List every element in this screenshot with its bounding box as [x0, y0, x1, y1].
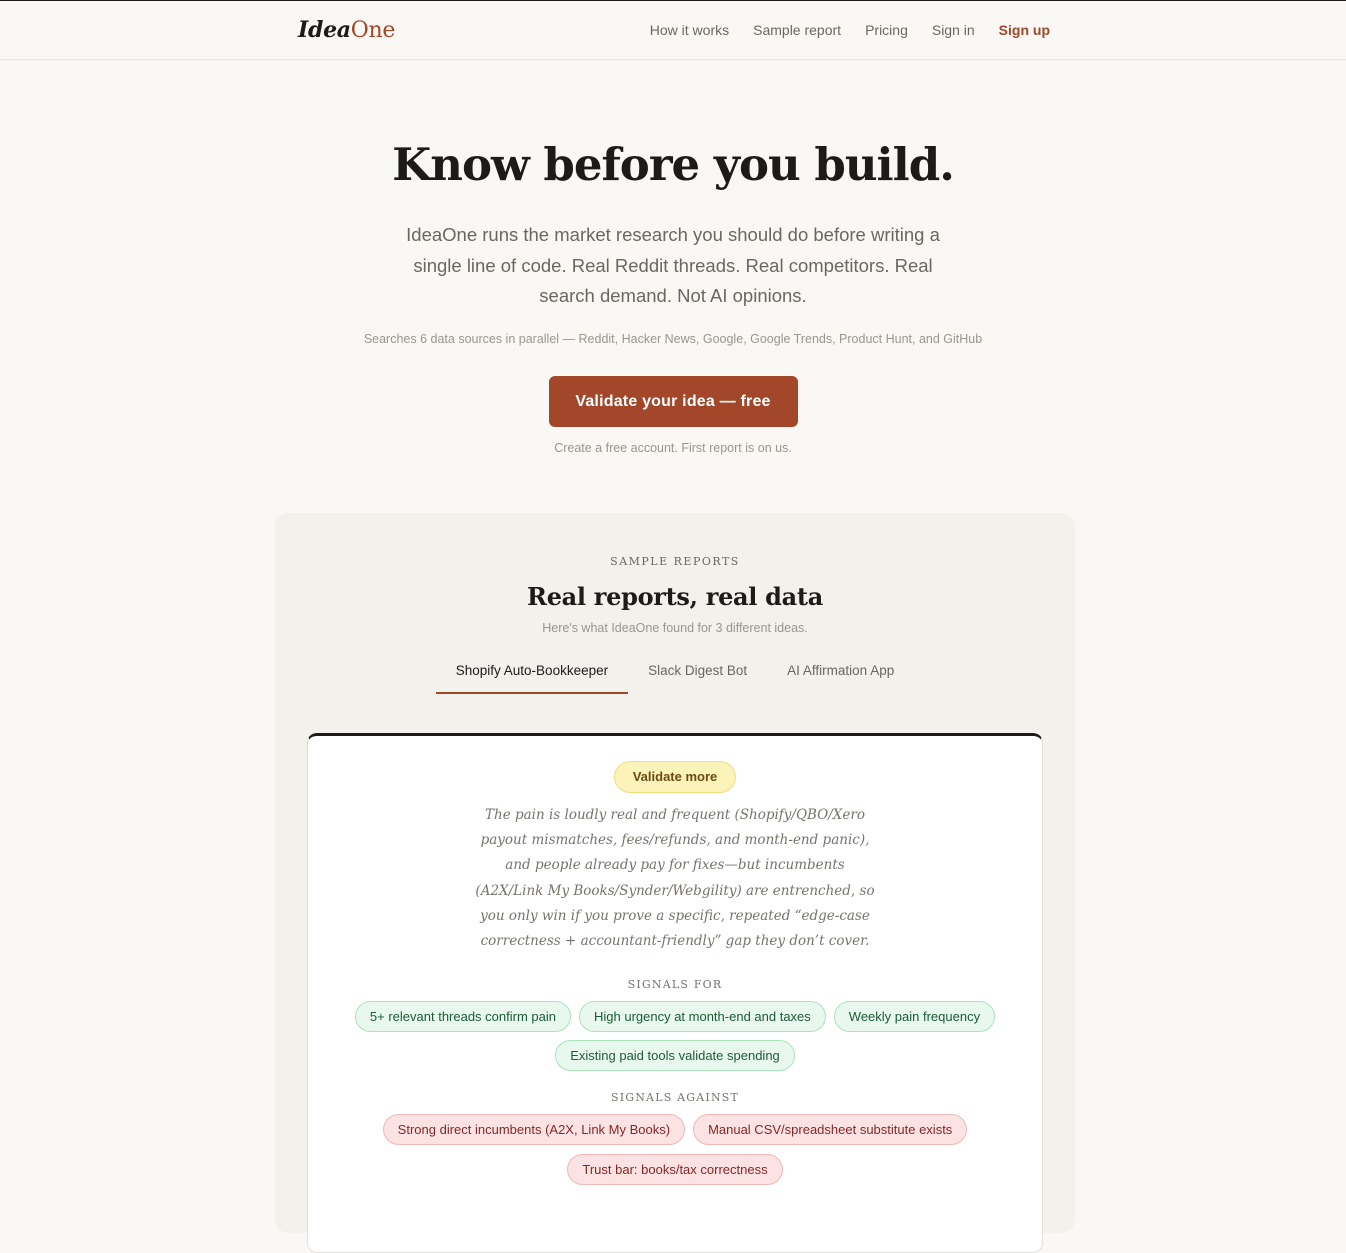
hero-title: Know before you build. [392, 138, 955, 191]
verdict-badge: Validate more [613, 761, 737, 793]
signals-against-list: Strong direct incumbents (A2X, Link My B… [308, 1114, 1042, 1186]
hero-section: Know before you build. IdeaOne runs the … [0, 60, 1346, 455]
signal-against-chip: Strong direct incumbents (A2X, Link My B… [382, 1114, 686, 1146]
logo-part-one: One [350, 18, 396, 43]
tab-slack-digest-bot[interactable]: Slack Digest Bot [628, 663, 767, 694]
report-summary: The pain is loudly real and frequent (Sh… [475, 807, 875, 950]
signal-for-chip: High urgency at month-end and taxes [578, 1001, 826, 1033]
sample-reports-section: SAMPLE REPORTS Real reports, real data H… [275, 513, 1075, 1253]
nav-sign-up[interactable]: Sign up [999, 22, 1050, 38]
validate-idea-button[interactable]: Validate your idea — free [548, 375, 798, 427]
signals-for-list: 5+ relevant threads confirm pain High ur… [308, 1001, 1042, 1072]
hero-lead: IdeaOne runs the market research you sho… [406, 224, 940, 306]
report-card: Validate more The pain is loudly real an… [307, 733, 1043, 1253]
section-subtitle: Here's what IdeaOne found for 3 differen… [542, 621, 808, 635]
signal-for-chip: Existing paid tools validate spending [555, 1040, 795, 1072]
nav-how-it-works[interactable]: How it works [650, 22, 729, 38]
report-tabs: Shopify Auto-Bookkeeper Slack Digest Bot… [275, 663, 1075, 694]
signal-against-chip: Manual CSV/spreadsheet substitute exists [693, 1114, 968, 1146]
free-account-note: Create a free account. First report is o… [554, 440, 792, 455]
section-title: Real reports, real data [527, 582, 823, 611]
nav-sign-in[interactable]: Sign in [932, 22, 975, 38]
signal-for-chip: Weekly pain frequency [833, 1001, 996, 1033]
signals-against-label: SIGNALS AGAINST [610, 1091, 740, 1105]
logo[interactable]: IdeaOne [298, 17, 395, 43]
site-header: IdeaOne How it works Sample report Prici… [0, 1, 1346, 60]
signals-for-label: SIGNALS FOR [627, 978, 723, 992]
signal-for-chip: 5+ relevant threads confirm pain [354, 1001, 571, 1033]
signal-against-chip: Trust bar: books/tax correctness [567, 1154, 783, 1186]
nav-sample-report[interactable]: Sample report [753, 22, 841, 38]
tab-ai-affirmation-app[interactable]: AI Affirmation App [767, 663, 914, 694]
main-nav: How it works Sample report Pricing Sign … [650, 22, 1050, 38]
logo-part-idea: Idea [298, 17, 351, 43]
section-eyebrow: SAMPLE REPORTS [610, 555, 740, 568]
tab-shopify-auto-bookkeeper[interactable]: Shopify Auto-Bookkeeper [435, 663, 629, 694]
data-sources-note: Searches 6 data sources in parallel — Re… [363, 331, 983, 346]
nav-pricing[interactable]: Pricing [865, 22, 908, 38]
